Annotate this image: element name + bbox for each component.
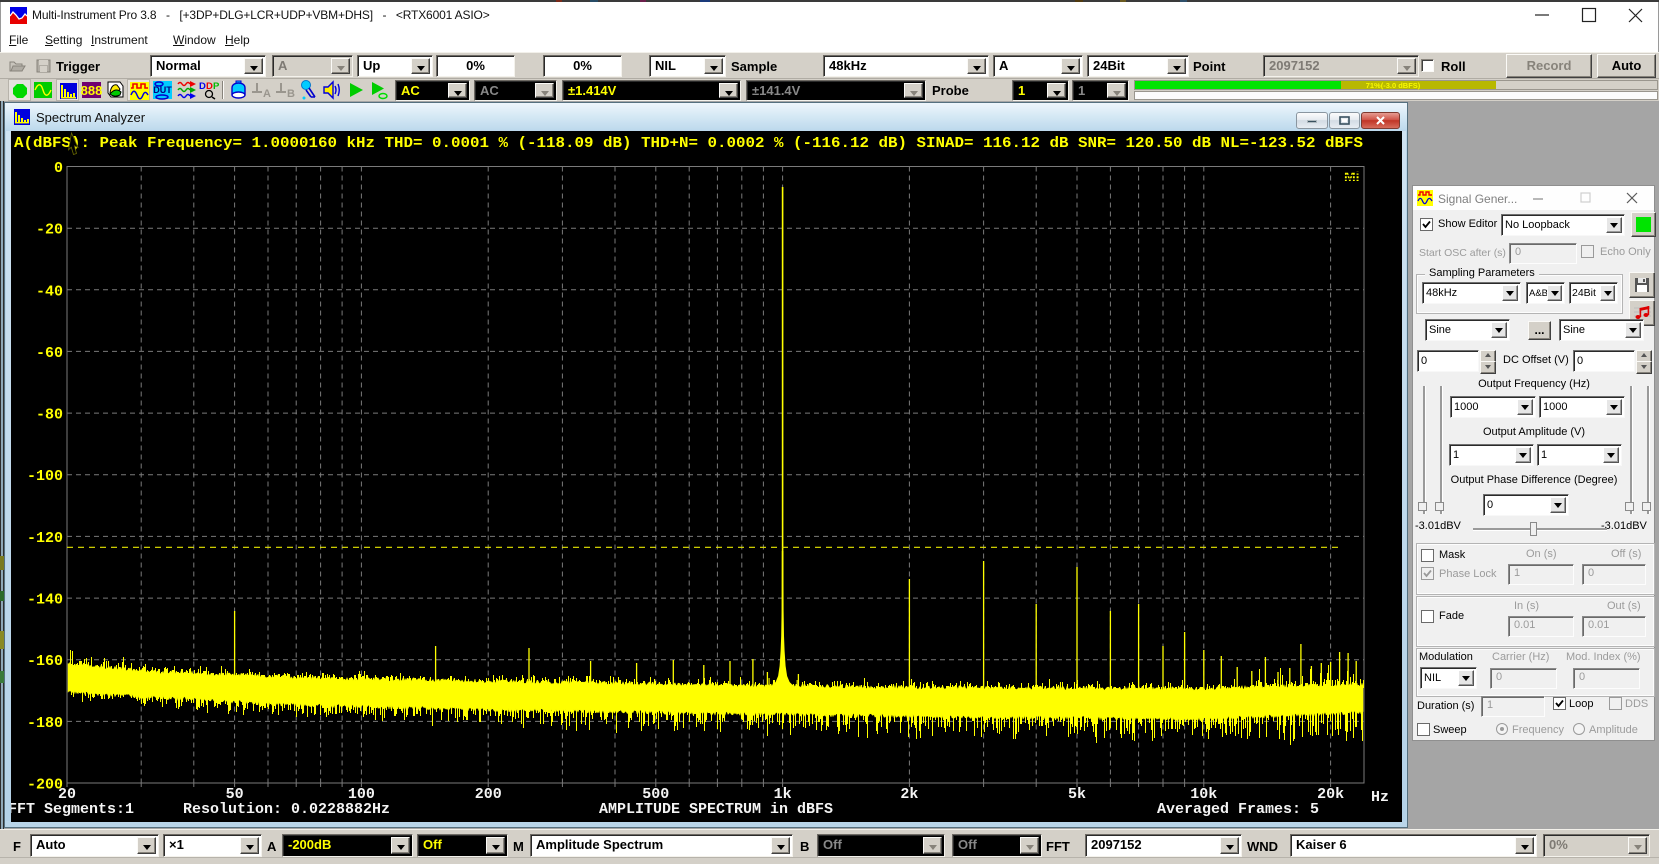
svg-text:Averaged Frames: 5: Averaged Frames: 5	[1157, 801, 1319, 818]
svg-text:-20: -20	[36, 222, 63, 239]
svg-text:-60: -60	[36, 345, 63, 362]
svg-text:Resolution: 0.0228882Hz: Resolution: 0.0228882Hz	[183, 801, 390, 818]
svg-text:0: 0	[54, 160, 63, 177]
svg-text:D: D	[199, 81, 206, 92]
svg-text:A: A	[263, 88, 271, 100]
svg-text:-140: -140	[27, 592, 63, 609]
svg-text:-180: -180	[27, 715, 63, 732]
svg-text:-100: -100	[27, 468, 63, 485]
svg-text:AMPLITUDE SPECTRUM in dBFS: AMPLITUDE SPECTRUM in dBFS	[599, 801, 833, 818]
svg-text:A(dBFS): Peak Frequency= 1.00: A(dBFS): Peak Frequency= 1.0000160 kHz T…	[14, 135, 1363, 152]
svg-text:-80: -80	[36, 407, 63, 424]
svg-text:-40: -40	[36, 283, 63, 300]
svg-text:2k: 2k	[900, 786, 918, 803]
svg-text:FFT Segments:1: FFT Segments:1	[11, 801, 134, 818]
svg-text:B: B	[287, 88, 295, 100]
svg-text:200: 200	[475, 786, 502, 803]
svg-text:-160: -160	[27, 653, 63, 670]
svg-text:P: P	[213, 81, 220, 92]
svg-text:20k: 20k	[1317, 786, 1344, 803]
svg-text:Hz: Hz	[1371, 789, 1389, 806]
svg-text:5k: 5k	[1068, 786, 1086, 803]
svg-text:DUT: DUT	[153, 85, 172, 95]
svg-text:-120: -120	[27, 530, 63, 547]
svg-text:888: 888	[81, 83, 102, 98]
